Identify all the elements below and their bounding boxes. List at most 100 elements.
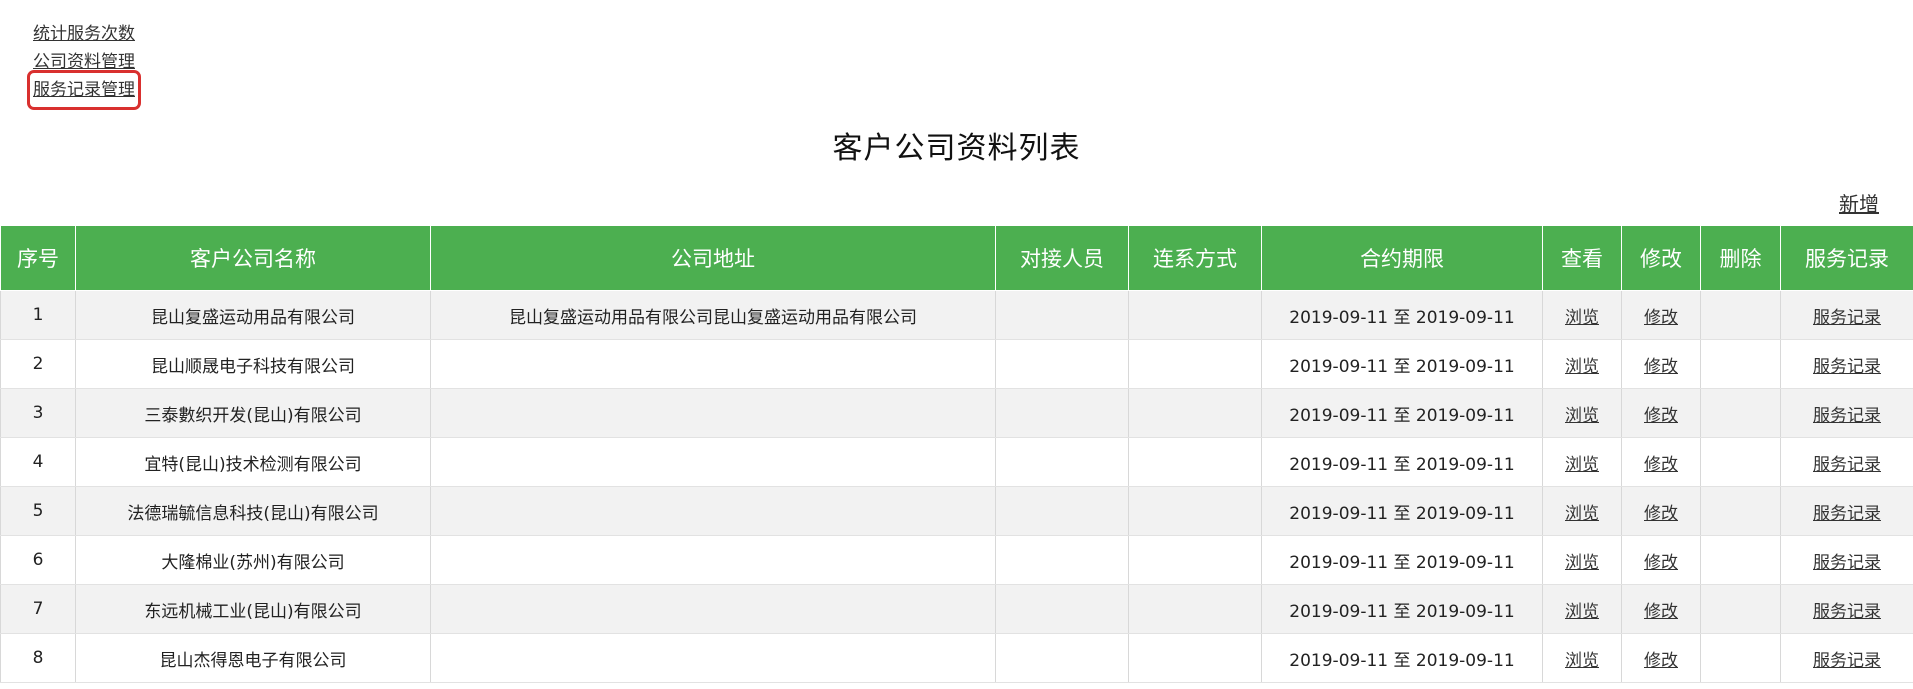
cell-contact-person [995, 339, 1129, 389]
column-header-view: 查看 [1542, 225, 1622, 291]
cell-contact-method [1128, 584, 1262, 634]
cell-view: 浏览 [1542, 584, 1622, 634]
cell-delete [1700, 290, 1781, 340]
cell-contact-method [1128, 535, 1262, 585]
cell-edit: 修改 [1621, 339, 1701, 389]
edit-link[interactable]: 修改 [1644, 308, 1678, 328]
column-header-contract-term: 合约期限 [1261, 225, 1543, 291]
view-link[interactable]: 浏览 [1565, 651, 1599, 671]
cell-view: 浏览 [1542, 486, 1622, 536]
cell-delete [1700, 633, 1781, 683]
edit-link[interactable]: 修改 [1644, 602, 1678, 622]
cell-service-records: 服务记录 [1780, 290, 1913, 340]
table-row: 1 昆山复盛运动用品有限公司 昆山复盛运动用品有限公司昆山复盛运动用品有限公司 … [0, 290, 1913, 340]
cell-no: 3 [0, 388, 76, 438]
view-link[interactable]: 浏览 [1565, 504, 1599, 524]
cell-company-name: 昆山复盛运动用品有限公司 [75, 290, 431, 340]
view-link[interactable]: 浏览 [1565, 357, 1599, 377]
column-header-service-records: 服务记录 [1780, 225, 1913, 291]
view-link[interactable]: 浏览 [1565, 455, 1599, 475]
cell-contact-method [1128, 290, 1262, 340]
cell-edit: 修改 [1621, 535, 1701, 585]
table-row: 8 昆山杰得恩电子有限公司 2019-09-11 至 2019-09-11 浏览… [0, 633, 1913, 683]
table-row: 5 法德瑞毓信息科技(昆山)有限公司 2019-09-11 至 2019-09-… [0, 486, 1913, 536]
cell-no: 1 [0, 290, 76, 340]
cell-service-records: 服务记录 [1780, 633, 1913, 683]
view-link[interactable]: 浏览 [1565, 308, 1599, 328]
cell-delete [1700, 388, 1781, 438]
cell-no: 7 [0, 584, 76, 634]
cell-company-name: 东远机械工业(昆山)有限公司 [75, 584, 431, 634]
cell-view: 浏览 [1542, 290, 1622, 340]
edit-link[interactable]: 修改 [1644, 357, 1678, 377]
edit-link[interactable]: 修改 [1644, 651, 1678, 671]
add-company-link[interactable]: 新增 [1839, 188, 1879, 217]
cell-company-name: 宜特(昆山)技术检测有限公司 [75, 437, 431, 487]
table-row: 7 东远机械工业(昆山)有限公司 2019-09-11 至 2019-09-11… [0, 584, 1913, 634]
service-records-link[interactable]: 服务记录 [1813, 406, 1881, 426]
cell-address [430, 633, 996, 683]
service-records-link[interactable]: 服务记录 [1813, 308, 1881, 328]
cell-contact-person [995, 290, 1129, 340]
page-title: 客户公司资料列表 [832, 131, 1081, 166]
edit-link[interactable]: 修改 [1644, 406, 1678, 426]
cell-no: 2 [0, 339, 76, 389]
edit-link[interactable]: 修改 [1644, 504, 1678, 524]
cell-edit: 修改 [1621, 437, 1701, 487]
cell-no: 8 [0, 633, 76, 683]
cell-contact-person [995, 486, 1129, 536]
service-records-link[interactable]: 服务记录 [1813, 602, 1881, 622]
service-records-link[interactable]: 服务记录 [1813, 357, 1881, 377]
cell-no: 4 [0, 437, 76, 487]
service-records-link[interactable]: 服务记录 [1813, 553, 1881, 573]
edit-link[interactable]: 修改 [1644, 553, 1678, 573]
column-header-contact-person: 对接人员 [995, 225, 1129, 291]
cell-service-records: 服务记录 [1780, 486, 1913, 536]
cell-address [430, 486, 996, 536]
cell-address [430, 437, 996, 487]
service-records-link[interactable]: 服务记录 [1813, 455, 1881, 475]
cell-service-records: 服务记录 [1780, 437, 1913, 487]
cell-service-records: 服务记录 [1780, 535, 1913, 585]
cell-view: 浏览 [1542, 437, 1622, 487]
cell-contact-person [995, 437, 1129, 487]
column-header-edit: 修改 [1621, 225, 1701, 291]
service-records-link[interactable]: 服务记录 [1813, 504, 1881, 524]
cell-contact-person [995, 584, 1129, 634]
cell-company-name: 三泰數织开发(昆山)有限公司 [75, 388, 431, 438]
nav-link-company-management[interactable]: 公司资料管理 [33, 48, 135, 76]
cell-contract-term: 2019-09-11 至 2019-09-11 [1261, 584, 1543, 634]
cell-view: 浏览 [1542, 633, 1622, 683]
cell-delete [1700, 584, 1781, 634]
nav-link-service-count[interactable]: 统计服务次数 [33, 20, 135, 48]
cell-edit: 修改 [1621, 388, 1701, 438]
view-link[interactable]: 浏览 [1565, 553, 1599, 573]
cell-edit: 修改 [1621, 633, 1701, 683]
cell-address [430, 339, 996, 389]
cell-edit: 修改 [1621, 584, 1701, 634]
cell-delete [1700, 339, 1781, 389]
cell-address: 昆山复盛运动用品有限公司昆山复盛运动用品有限公司 [430, 290, 996, 340]
cell-contract-term: 2019-09-11 至 2019-09-11 [1261, 535, 1543, 585]
view-link[interactable]: 浏览 [1565, 406, 1599, 426]
cell-view: 浏览 [1542, 388, 1622, 438]
cell-company-name: 昆山杰得恩电子有限公司 [75, 633, 431, 683]
cell-no: 5 [0, 486, 76, 536]
column-header-company-name: 客户公司名称 [75, 225, 431, 291]
cell-contract-term: 2019-09-11 至 2019-09-11 [1261, 388, 1543, 438]
view-link[interactable]: 浏览 [1565, 602, 1599, 622]
table-header-row: 序号 客户公司名称 公司地址 对接人员 连系方式 合约期限 查看 修改 删除 服… [0, 225, 1913, 291]
company-table: 序号 客户公司名称 公司地址 对接人员 连系方式 合约期限 查看 修改 删除 服… [0, 225, 1913, 683]
edit-link[interactable]: 修改 [1644, 455, 1678, 475]
column-header-address: 公司地址 [430, 225, 996, 291]
cell-delete [1700, 437, 1781, 487]
cell-contract-term: 2019-09-11 至 2019-09-11 [1261, 486, 1543, 536]
cell-contact-method [1128, 437, 1262, 487]
service-records-link[interactable]: 服务记录 [1813, 651, 1881, 671]
nav-link-service-records[interactable]: 服务记录管理 [27, 70, 141, 110]
cell-address [430, 535, 996, 585]
cell-contact-method [1128, 633, 1262, 683]
column-header-no: 序号 [0, 225, 76, 291]
cell-delete [1700, 535, 1781, 585]
cell-no: 6 [0, 535, 76, 585]
